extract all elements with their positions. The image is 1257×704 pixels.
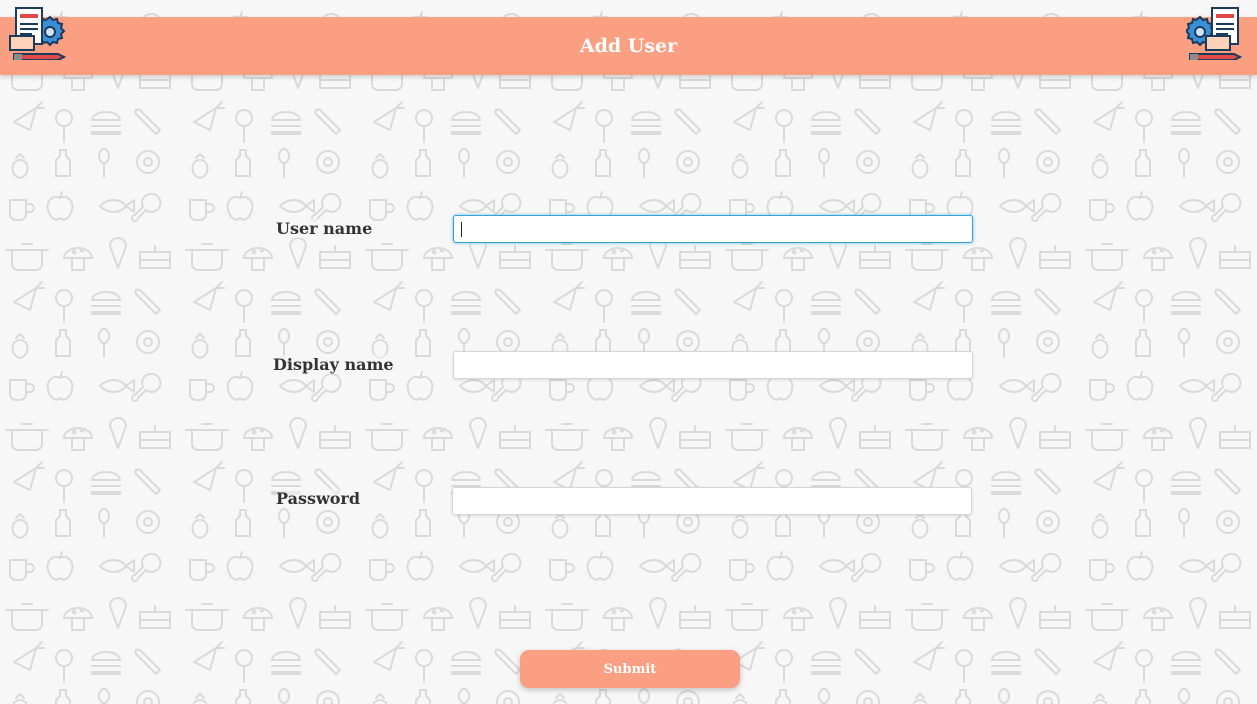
display-name-label: Display name	[273, 355, 394, 374]
submit-button[interactable]: Submit	[520, 650, 740, 688]
document-gear-pencil-icon	[1186, 7, 1243, 60]
document-gear-pencil-icon	[9, 7, 67, 60]
password-label: Password	[276, 489, 361, 508]
password-input[interactable]	[452, 487, 972, 515]
display-name-input[interactable]	[453, 351, 973, 379]
header-bar: Add User	[0, 17, 1257, 75]
user-name-label: User name	[276, 219, 373, 238]
page-title: Add User	[579, 35, 678, 57]
user-name-input[interactable]	[453, 215, 973, 243]
text-cursor	[461, 222, 462, 237]
